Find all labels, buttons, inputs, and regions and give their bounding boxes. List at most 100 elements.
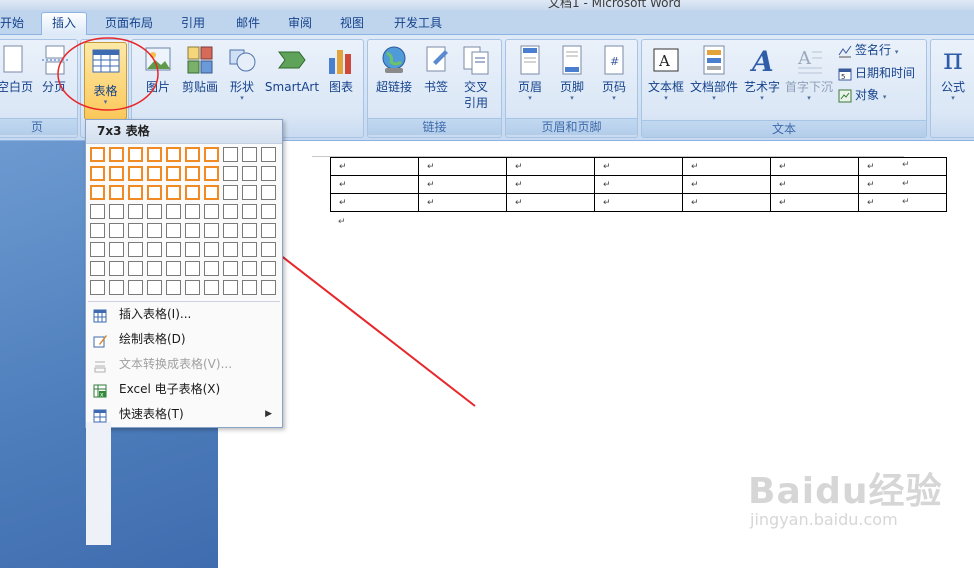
grid-cell[interactable] (109, 147, 124, 162)
grid-cell[interactable] (128, 223, 143, 238)
tab-page-layout[interactable]: 页面布局 (105, 13, 153, 33)
grid-cell[interactable] (166, 185, 181, 200)
grid-cell[interactable] (166, 280, 181, 295)
grid-cell[interactable] (223, 280, 238, 295)
blank-page-button[interactable]: 空白页 (0, 44, 33, 94)
grid-cell[interactable] (242, 242, 257, 257)
header-button[interactable]: 页眉 ▾ (512, 44, 548, 103)
tab-mailings[interactable]: 邮件 (236, 13, 260, 33)
object-button[interactable]: 对象 ▾ (838, 85, 886, 105)
grid-cell[interactable] (166, 166, 181, 181)
grid-cell[interactable] (185, 242, 200, 257)
hyperlink-button[interactable]: 超链接 (372, 44, 416, 94)
grid-cell[interactable] (128, 261, 143, 276)
grid-cell[interactable] (147, 261, 162, 276)
grid-cell[interactable] (261, 204, 276, 219)
table-cell[interactable]: ↵ (682, 157, 771, 176)
bookmark-button[interactable]: 书签 (419, 44, 453, 94)
grid-cell[interactable] (90, 242, 105, 257)
tab-view[interactable]: 视图 (340, 13, 364, 33)
grid-cell[interactable] (204, 166, 219, 181)
grid-cell[interactable] (90, 223, 105, 238)
footer-button[interactable]: 页脚 ▾ (554, 44, 590, 103)
grid-cell[interactable] (204, 204, 219, 219)
quick-parts-button[interactable]: 文档部件 ▾ (689, 44, 739, 103)
grid-cell[interactable] (242, 204, 257, 219)
wordart-button[interactable]: A 艺术字 ▾ (742, 44, 782, 103)
grid-cell[interactable] (204, 261, 219, 276)
table-cell[interactable]: ↵ (770, 193, 859, 212)
grid-cell[interactable] (223, 147, 238, 162)
table-cell[interactable]: ↵ (594, 193, 683, 212)
grid-cell[interactable] (185, 261, 200, 276)
smartart-button[interactable]: SmartArt (263, 44, 321, 94)
grid-cell[interactable] (242, 147, 257, 162)
grid-cell[interactable] (261, 223, 276, 238)
document-table[interactable]: ↵ ↵ ↵ ↵ ↵ ↵ ↵ ↵ ↵ ↵ ↵ ↵ ↵ ↵ ↵ ↵ ↵ ↵ ↵ ↵ ↵ (330, 157, 947, 212)
tab-insert[interactable]: 插入 (41, 12, 88, 36)
clipart-button[interactable]: 剪贴画 (180, 44, 220, 94)
drop-cap-button[interactable]: A 首字下沉 ▾ (784, 44, 834, 103)
table-cell[interactable]: ↵ (330, 193, 419, 212)
grid-cell[interactable] (90, 261, 105, 276)
grid-cell[interactable] (223, 166, 238, 181)
table-cell[interactable]: ↵ (770, 157, 859, 176)
grid-cell[interactable] (242, 261, 257, 276)
grid-cell[interactable] (223, 261, 238, 276)
grid-cell[interactable] (166, 242, 181, 257)
grid-cell[interactable] (147, 185, 162, 200)
table-cell[interactable]: ↵ (682, 175, 771, 194)
grid-cell[interactable] (128, 242, 143, 257)
grid-cell[interactable] (109, 166, 124, 181)
textbox-button[interactable]: A 文本框 ▾ (646, 44, 686, 103)
grid-cell[interactable] (242, 223, 257, 238)
table-cell[interactable]: ↵ (330, 157, 419, 176)
grid-cell[interactable] (90, 185, 105, 200)
grid-cell[interactable] (166, 261, 181, 276)
grid-cell[interactable] (128, 147, 143, 162)
grid-cell[interactable] (128, 204, 143, 219)
table-cell[interactable]: ↵ (418, 175, 507, 194)
grid-cell[interactable] (185, 166, 200, 181)
grid-cell[interactable] (185, 185, 200, 200)
convert-text-to-table-menu-item[interactable]: 文本转换成表格(V)... (86, 352, 282, 377)
table-cell[interactable]: ↵ (506, 175, 595, 194)
grid-cell[interactable] (166, 147, 181, 162)
grid-cell[interactable] (147, 280, 162, 295)
table-button[interactable]: 表格 ▾ (84, 42, 127, 120)
grid-cell[interactable] (261, 147, 276, 162)
grid-cell[interactable] (128, 185, 143, 200)
page-number-button[interactable]: # 页码 ▾ (596, 44, 632, 103)
grid-cell[interactable] (147, 242, 162, 257)
grid-cell[interactable] (204, 242, 219, 257)
grid-cell[interactable] (261, 242, 276, 257)
table-cell[interactable]: ↵ (682, 193, 771, 212)
tab-home[interactable]: 开始 (0, 13, 24, 33)
grid-cell[interactable] (147, 166, 162, 181)
table-cell[interactable]: ↵ (594, 175, 683, 194)
excel-spreadsheet-menu-item[interactable]: x Excel 电子表格(X) (86, 377, 282, 402)
grid-cell[interactable] (242, 166, 257, 181)
tab-review[interactable]: 审阅 (288, 13, 312, 33)
table-cell[interactable]: ↵ (506, 193, 595, 212)
grid-cell[interactable] (223, 223, 238, 238)
grid-cell[interactable] (128, 280, 143, 295)
chart-button[interactable]: 图表 (325, 44, 357, 94)
cross-reference-button[interactable]: 交叉 引用 (458, 44, 494, 110)
grid-cell[interactable] (185, 147, 200, 162)
picture-button[interactable]: 图片 (140, 44, 176, 94)
grid-cell[interactable] (90, 204, 105, 219)
table-cell[interactable]: ↵ (418, 157, 507, 176)
grid-cell[interactable] (261, 280, 276, 295)
grid-cell[interactable] (242, 280, 257, 295)
table-cell[interactable]: ↵ (770, 175, 859, 194)
date-time-button[interactable]: 5 日期和时间 (838, 63, 915, 83)
grid-cell[interactable] (147, 223, 162, 238)
table-cell[interactable]: ↵ (330, 175, 419, 194)
signature-line-button[interactable]: 签名行 ▾ (838, 40, 898, 60)
tab-references[interactable]: 引用 (181, 13, 205, 33)
grid-cell[interactable] (261, 261, 276, 276)
grid-cell[interactable] (185, 280, 200, 295)
grid-cell[interactable] (261, 185, 276, 200)
grid-cell[interactable] (109, 261, 124, 276)
